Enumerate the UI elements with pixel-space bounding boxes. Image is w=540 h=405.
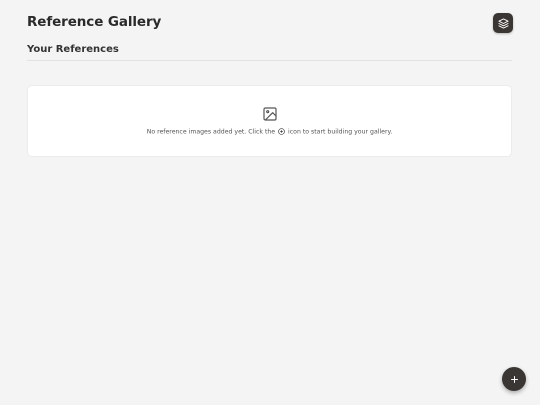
plus-icon [510,375,518,383]
empty-state-message: No reference images added yet. Click the… [28,128,511,136]
page-title: Reference Gallery [27,14,162,30]
image-icon [263,107,277,121]
section-divider [27,60,512,61]
empty-message-part-1: No reference images added yet. Click the [146,128,276,136]
add-reference-button[interactable] [502,367,526,391]
layers-icon [497,17,509,29]
empty-state-card: No reference images added yet. Click the… [27,85,512,157]
plus-circle-icon [278,128,285,135]
layers-button[interactable] [493,13,513,33]
empty-message-part-2: icon to start building your gallery. [288,128,393,136]
section-title: Your References [27,44,119,55]
